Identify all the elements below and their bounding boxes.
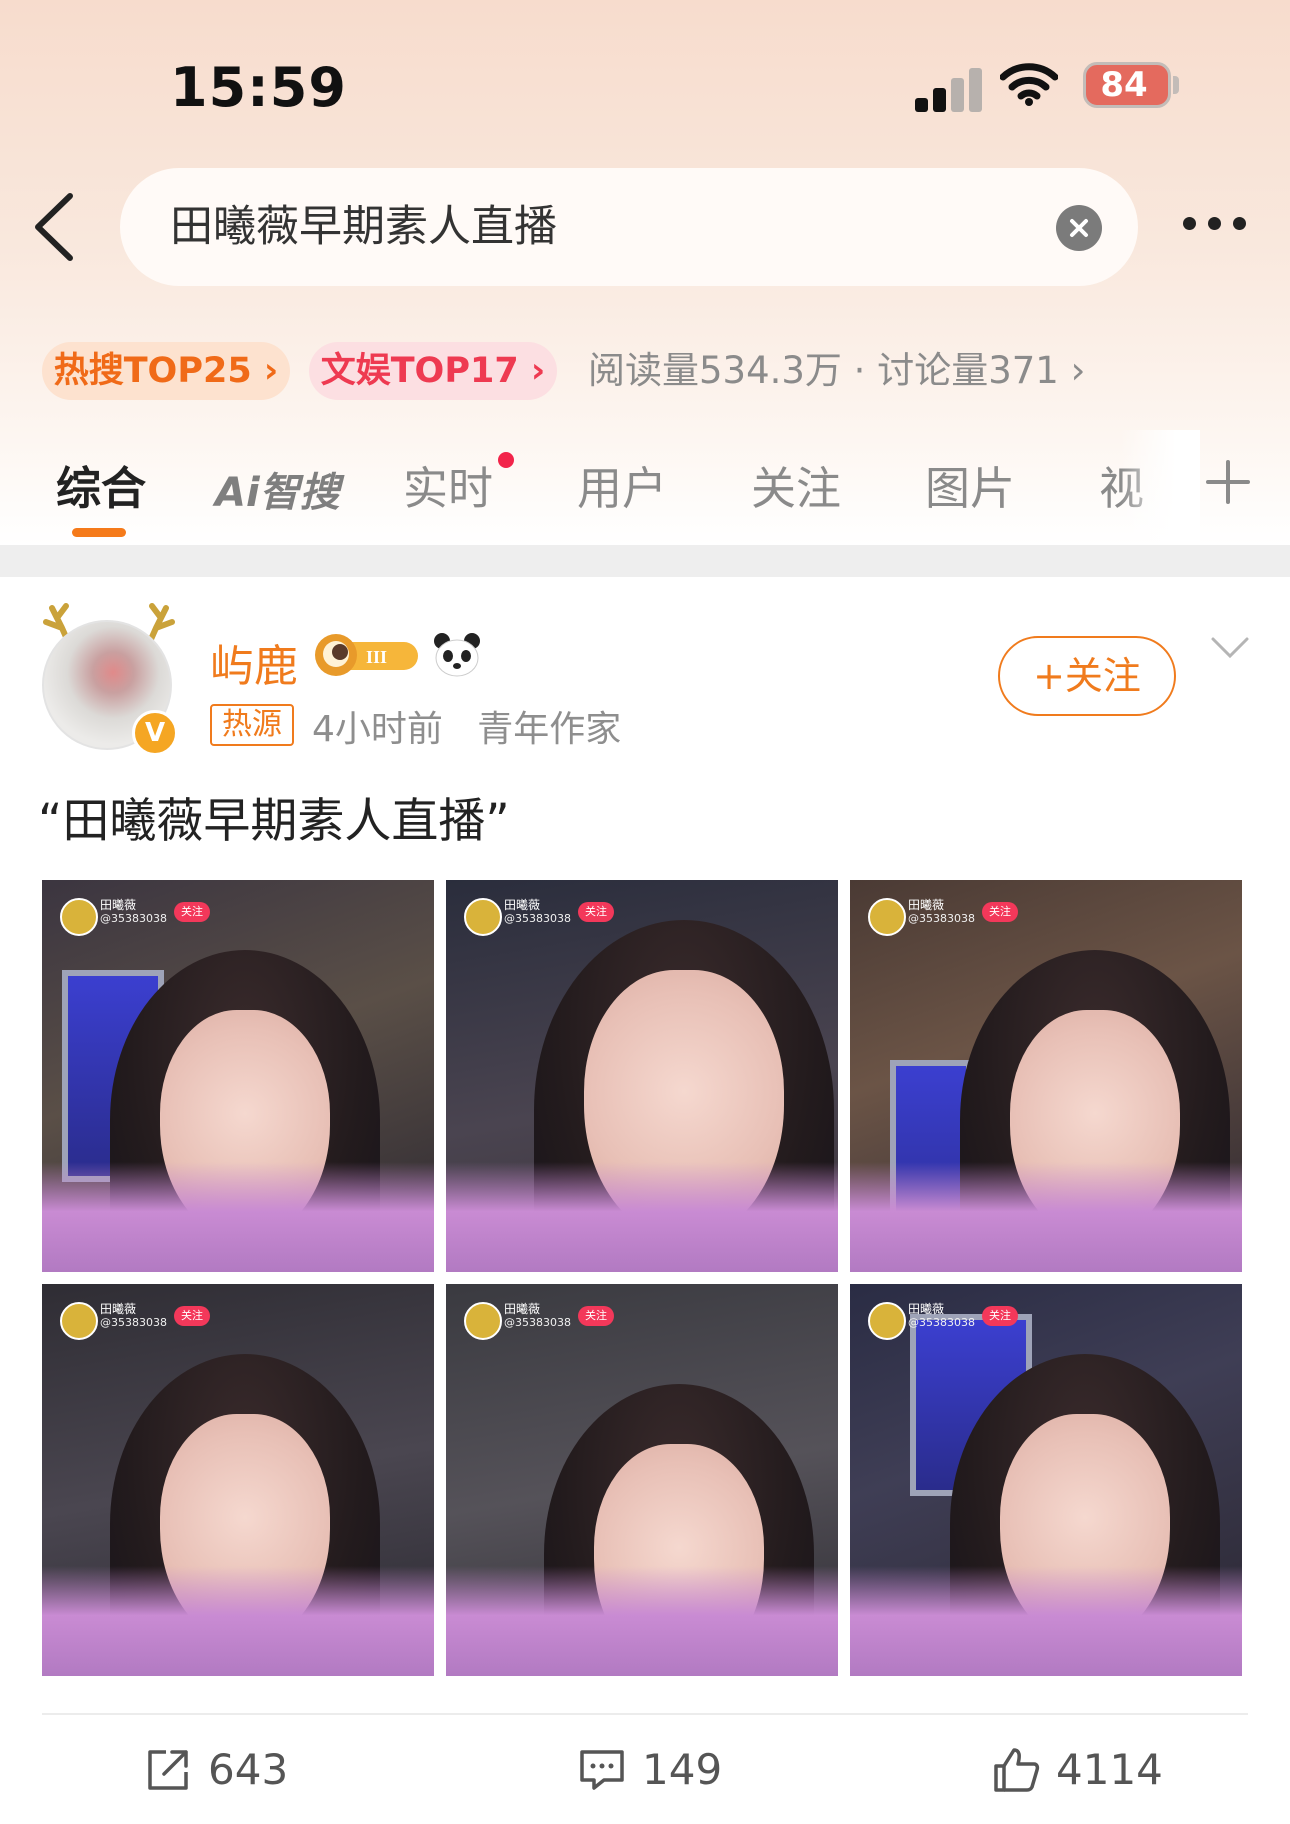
plus-icon[interactable] xyxy=(1206,460,1250,504)
photo-thumbnail[interactable]: 田曦薇 @35383038 关注 xyxy=(446,1284,838,1676)
action-divider xyxy=(42,1713,1248,1715)
repost-icon xyxy=(148,1750,188,1790)
live-follow-badge: 关注 xyxy=(578,902,614,922)
comment-icon xyxy=(580,1750,624,1790)
svg-text:III: III xyxy=(366,647,387,667)
tab-realtime[interactable]: 实时 xyxy=(403,452,493,517)
live-avatar xyxy=(868,898,906,936)
live-follow-badge: 关注 xyxy=(174,1306,210,1326)
photo-thumbnail[interactable]: 田曦薇 @35383038 关注 xyxy=(850,880,1242,1272)
like-count: 4114 xyxy=(1056,1745,1163,1794)
status-time: 15:59 xyxy=(170,56,347,119)
live-name: 田曦薇 xyxy=(908,1302,945,1316)
vip-badge-icon: V xyxy=(132,710,178,756)
search-input[interactable]: 田曦薇早期素人直播 xyxy=(120,168,1138,286)
live-id: @35383038 xyxy=(100,912,167,925)
repost-count: 643 xyxy=(208,1745,289,1794)
live-name: 田曦薇 xyxy=(504,1302,541,1316)
entertainment-rank-chip[interactable]: 文娱TOP17 › xyxy=(309,342,557,400)
status-bar: 15:59 84 xyxy=(0,0,1290,150)
active-tab-indicator xyxy=(72,528,126,537)
photo-thumbnail[interactable]: 田曦薇 @35383038 关注 xyxy=(42,880,434,1272)
follow-button[interactable]: +关注 xyxy=(998,636,1176,716)
tab-images[interactable]: 图片 xyxy=(925,452,1015,517)
photo-thumbnail[interactable]: 田曦薇 @35383038 关注 xyxy=(850,1284,1242,1676)
wifi-icon xyxy=(1000,63,1058,106)
live-id: @35383038 xyxy=(504,912,571,925)
live-id: @35383038 xyxy=(908,1316,975,1329)
photo-thumbnail[interactable]: 田曦薇 @35383038 关注 xyxy=(446,880,838,1272)
live-follow-badge: 关注 xyxy=(982,902,1018,922)
live-avatar xyxy=(464,898,502,936)
comment-count: 149 xyxy=(642,1745,723,1794)
clear-icon[interactable] xyxy=(1056,205,1102,251)
live-name: 田曦薇 xyxy=(504,898,541,912)
battery-level: 84 xyxy=(1100,65,1148,105)
live-name: 田曦薇 xyxy=(908,898,945,912)
tab-follow[interactable]: 关注 xyxy=(751,452,841,517)
chevron-down-icon[interactable] xyxy=(1210,636,1250,660)
author-avatar[interactable]: V xyxy=(38,600,178,756)
live-name: 田曦薇 xyxy=(100,1302,137,1316)
panda-icon xyxy=(434,633,480,677)
tab-bar: 综合 Ai智搜 实时 用户 关注 图片 视 xyxy=(0,430,1290,545)
author-name[interactable]: 屿鹿 xyxy=(210,630,298,694)
post-text: “田曦薇早期素人直播” xyxy=(38,794,510,849)
level-badge-icon: III xyxy=(315,634,418,676)
back-arrow-icon[interactable] xyxy=(28,190,88,264)
live-avatar xyxy=(464,1302,502,1340)
post-meta: 4小时前 青年作家 xyxy=(312,709,622,750)
photo-thumbnail[interactable]: 田曦薇 @35383038 关注 xyxy=(42,1284,434,1676)
hot-source-tag: 热源 xyxy=(210,704,294,746)
read-stats-link[interactable]: 阅读量534.3万 · 讨论量371 › xyxy=(588,342,1085,400)
battery-tip xyxy=(1173,76,1179,94)
live-avatar xyxy=(868,1302,906,1340)
signal-icon xyxy=(915,62,985,112)
tab-comprehensive[interactable]: 综合 xyxy=(56,452,146,517)
like-icon xyxy=(994,1748,1040,1792)
live-avatar xyxy=(60,1302,98,1340)
section-divider xyxy=(0,545,1290,577)
search-query: 田曦薇早期素人直播 xyxy=(170,202,557,252)
live-avatar xyxy=(60,898,98,936)
tab-users[interactable]: 用户 xyxy=(577,452,667,517)
realtime-dot-badge xyxy=(498,452,514,468)
more-icon[interactable] xyxy=(1175,214,1255,238)
hot-search-rank-chip[interactable]: 热搜TOP25 › xyxy=(42,342,290,400)
tabs-fade xyxy=(1120,430,1200,545)
live-follow-badge: 关注 xyxy=(578,1306,614,1326)
live-follow-badge: 关注 xyxy=(174,902,210,922)
live-id: @35383038 xyxy=(908,912,975,925)
live-id: @35383038 xyxy=(504,1316,571,1329)
live-name: 田曦薇 xyxy=(100,898,137,912)
battery-icon: 84 xyxy=(1083,62,1171,108)
live-follow-badge: 关注 xyxy=(982,1306,1018,1326)
live-id: @35383038 xyxy=(100,1316,167,1329)
tab-ai-search[interactable]: Ai智搜 xyxy=(215,460,340,518)
